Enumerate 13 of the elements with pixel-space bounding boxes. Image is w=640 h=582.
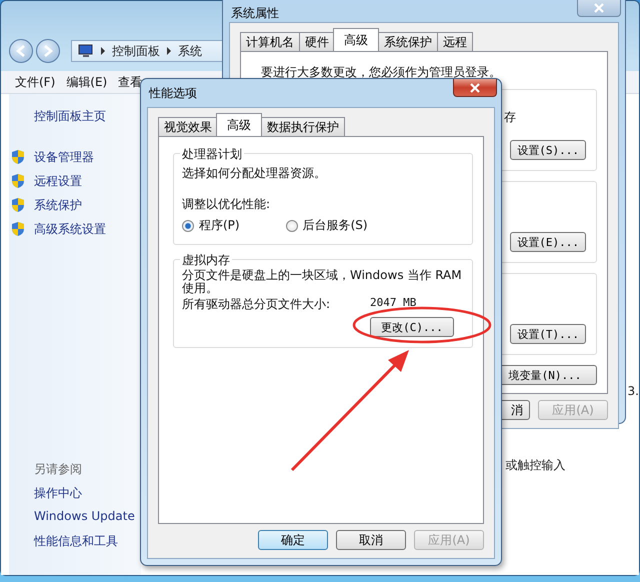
section-heading: 另请参阅: [34, 461, 83, 478]
group-title: 虚拟内存: [180, 252, 232, 269]
description-text: 分页文件是硬盘上的一块区域，Windows 当作 RAM 使用。: [182, 269, 463, 295]
notice-text: 要进行大多数更改，您必须作为管理员登录。: [261, 64, 502, 81]
content-text: 3.: [628, 384, 639, 398]
group-title: 处理器计划: [180, 146, 244, 163]
window-title: 系统属性: [231, 5, 279, 22]
group-text: 存: [504, 109, 516, 126]
field-label: 所有驱动器总分页文件大小:: [182, 296, 330, 313]
size-value: 2047 MB: [370, 296, 416, 311]
description-text: 选择如何分配处理器资源。: [182, 165, 327, 182]
window-title: 性能选项: [149, 85, 197, 102]
field-label: 调整以优化性能:: [182, 196, 272, 213]
